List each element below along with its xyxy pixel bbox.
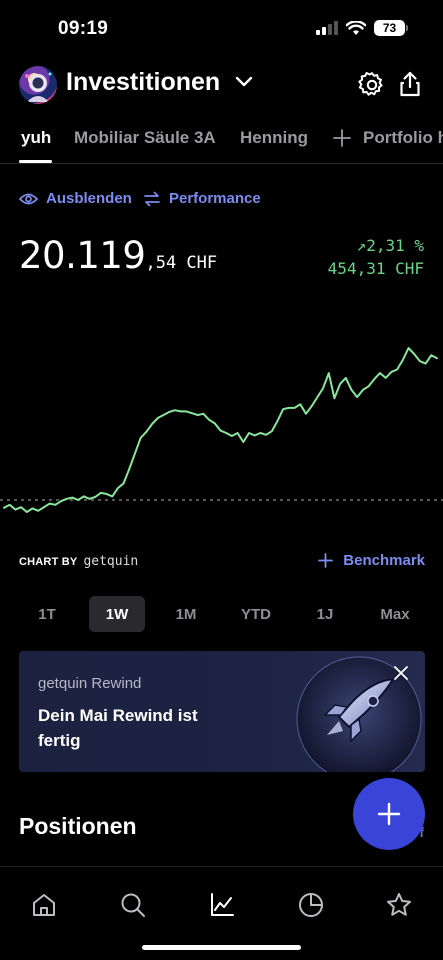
tab-add-portfolio[interactable]: Portfolio h — [363, 128, 443, 148]
performance-summary: ↗2,31 % 454,31 CHF — [328, 234, 424, 280]
header: Investitionen — [0, 62, 443, 110]
battery-icon: 73 — [374, 20, 408, 36]
home-icon[interactable] — [30, 891, 58, 919]
eye-icon — [19, 193, 38, 204]
tab-active-indicator — [19, 160, 52, 163]
search-icon[interactable] — [119, 891, 147, 919]
portfolio-currency: CHF — [176, 253, 218, 273]
status-bar: 09:19 73 — [0, 0, 443, 60]
add-fab-button[interactable] — [353, 778, 425, 850]
time-range-selector: 1T 1W 1M YTD 1J Max — [0, 596, 443, 632]
portfolio-value-main: 20.119 — [19, 234, 146, 277]
portfolio-tabs: yuh Mobiliar Säule 3A Henning Portfolio … — [0, 118, 443, 164]
battery-level: 73 — [382, 21, 397, 35]
close-icon[interactable] — [393, 665, 409, 681]
page-title[interactable]: Investitionen — [66, 68, 220, 97]
avatar[interactable] — [19, 66, 57, 104]
range-max[interactable]: Max — [367, 596, 423, 632]
plus-icon[interactable] — [332, 128, 352, 148]
pie-icon[interactable] — [297, 891, 325, 919]
status-time: 09:19 — [58, 18, 109, 39]
wifi-icon — [346, 20, 366, 35]
status-icons: 73 — [316, 20, 408, 36]
chart-brand: getquin — [83, 554, 139, 569]
chart-by-label: CHART BY — [19, 556, 78, 568]
chart-attribution: CHART BY getquin — [19, 554, 138, 569]
range-1m[interactable]: 1M — [158, 596, 214, 632]
card-text: Dein Mai Rewind ist fertig — [38, 706, 198, 750]
plus-icon — [377, 802, 401, 826]
plus-icon — [318, 553, 334, 568]
range-1w[interactable]: 1W — [89, 596, 145, 632]
range-ytd[interactable]: YTD — [228, 596, 284, 632]
signal-icon — [316, 21, 338, 35]
performance-label: Performance — [169, 190, 261, 207]
tab-mobiliar-saeule-3a[interactable]: Mobiliar Säule 3A — [74, 128, 216, 148]
change-percent: ↗2,31 % — [356, 236, 424, 255]
range-1t[interactable]: 1T — [19, 596, 75, 632]
chart-series-line — [3, 347, 438, 513]
range-1j[interactable]: 1J — [297, 596, 353, 632]
gear-icon[interactable] — [358, 71, 386, 99]
star-icon[interactable] — [385, 891, 413, 919]
change-absolute: 454,31 CHF — [327, 259, 424, 278]
portfolio-value-decimals: ,54 — [145, 253, 177, 273]
rewind-card[interactable]: getquin Rewind Dein Mai Rewind ist ferti… — [19, 651, 425, 772]
swap-icon — [144, 191, 160, 206]
positions-heading: Positionen — [19, 813, 137, 839]
share-icon[interactable] — [398, 70, 422, 98]
performance-button[interactable]: Performance — [143, 190, 261, 207]
home-indicator — [142, 945, 301, 950]
tab-yuh[interactable]: yuh — [21, 128, 51, 148]
benchmark-label: Benchmark — [343, 552, 425, 569]
portfolio-value: 20.119,54 CHF — [19, 234, 217, 277]
chart-icon[interactable] — [208, 891, 236, 919]
benchmark-button[interactable]: Benchmark — [318, 552, 425, 569]
performance-chart[interactable] — [0, 330, 443, 530]
card-kicker: getquin Rewind — [38, 675, 142, 692]
hide-label: Ausblenden — [46, 190, 132, 207]
tab-henning[interactable]: Henning — [240, 128, 308, 148]
chevron-down-icon[interactable] — [234, 74, 254, 88]
hide-button[interactable]: Ausblenden — [19, 190, 132, 207]
